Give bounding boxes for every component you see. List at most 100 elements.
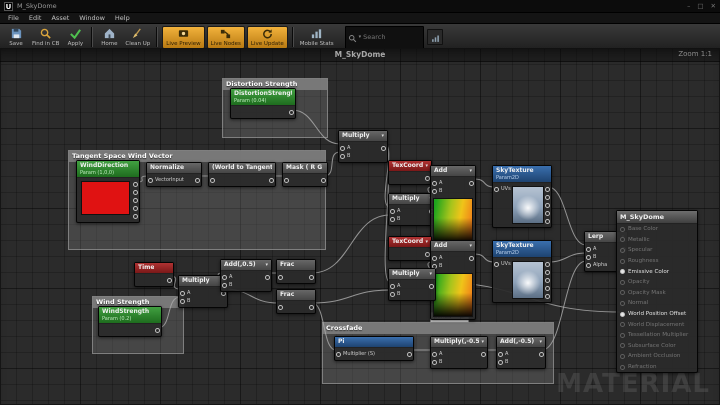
search-input[interactable]: [363, 33, 421, 41]
pin[interactable]: [545, 262, 550, 267]
graph-canvas[interactable]: MATERIAL M_SkyDome Zoom 1:1 Distortion S…: [0, 48, 720, 405]
find-in-cb-button[interactable]: Find in CB: [29, 26, 62, 48]
pin[interactable]: [309, 275, 314, 280]
pin[interactable]: [155, 328, 160, 333]
node-texcoord-1[interactable]: TexCoord▾: [388, 160, 432, 185]
pin[interactable]: [321, 178, 326, 183]
menu-file[interactable]: File: [3, 13, 24, 23]
pin[interactable]: [340, 146, 345, 151]
chevron-down-icon[interactable]: ▾: [469, 168, 472, 174]
pin[interactable]: [481, 352, 486, 357]
pin[interactable]: [620, 280, 625, 285]
pin[interactable]: [498, 352, 503, 357]
chevron-down-icon[interactable]: ▾: [425, 239, 428, 245]
pin[interactable]: [620, 259, 625, 264]
pin[interactable]: [381, 146, 386, 151]
pin[interactable]: [545, 286, 550, 291]
pin[interactable]: [620, 248, 625, 253]
pin[interactable]: [586, 263, 591, 268]
node-frac-1[interactable]: Frac: [276, 259, 316, 284]
pin[interactable]: [498, 360, 503, 365]
pin[interactable]: [432, 256, 437, 261]
pin[interactable]: [620, 269, 625, 274]
node-add-1[interactable]: Add▾AB: [430, 165, 476, 245]
pin[interactable]: [545, 195, 550, 200]
pin[interactable]: [545, 294, 550, 299]
node-wind-strength-param[interactable]: WindStrengthParam (0.2): [98, 306, 162, 337]
pin[interactable]: [222, 283, 227, 288]
pin[interactable]: [620, 312, 625, 317]
maximize-button[interactable]: □: [697, 1, 703, 11]
node-sky-texture-1[interactable]: SkyTextureParam2DUVs: [492, 165, 552, 228]
chevron-down-icon[interactable]: ▾: [481, 339, 484, 345]
pin[interactable]: [545, 211, 550, 216]
pin[interactable]: [340, 154, 345, 159]
pin[interactable]: [620, 322, 625, 327]
node-multiply-5[interactable]: Multiply(,-0.5)▾AB: [430, 336, 488, 369]
pin[interactable]: [586, 247, 591, 252]
pin[interactable]: [545, 278, 550, 283]
pin[interactable]: [545, 203, 550, 208]
pin[interactable]: [210, 178, 215, 183]
chevron-down-icon[interactable]: ▾: [425, 163, 428, 169]
pin[interactable]: [133, 214, 138, 219]
pin[interactable]: [148, 178, 153, 183]
pin[interactable]: [289, 110, 294, 115]
pin[interactable]: [539, 352, 544, 357]
stats-button[interactable]: [427, 29, 443, 45]
menu-asset[interactable]: Asset: [46, 13, 74, 23]
pin[interactable]: [586, 255, 591, 260]
pin[interactable]: [620, 354, 625, 359]
pin[interactable]: [167, 278, 172, 283]
menu-edit[interactable]: Edit: [24, 13, 47, 23]
mobile-stats-button[interactable]: Mobile Stats: [297, 26, 337, 48]
pin[interactable]: [620, 290, 625, 295]
chevron-down-icon[interactable]: ▾: [265, 262, 268, 268]
pin[interactable]: [407, 352, 412, 357]
menu-help[interactable]: Help: [110, 13, 135, 23]
node-wind-direction-param[interactable]: WindDirectionParam (1,0,0): [76, 160, 140, 223]
node-multiply-2[interactable]: Multiply▾AB: [388, 193, 436, 226]
pin[interactable]: [494, 262, 499, 267]
node-distortion-strength-param[interactable]: DistortionStrengthParam (0.04): [230, 88, 296, 119]
pin[interactable]: [545, 187, 550, 192]
pin[interactable]: [469, 181, 474, 186]
pin[interactable]: [180, 299, 185, 304]
pin[interactable]: [222, 275, 227, 280]
node-texcoord-2[interactable]: TexCoord▾: [388, 236, 432, 261]
pin[interactable]: [269, 178, 274, 183]
pin[interactable]: [432, 189, 437, 194]
node-multiply-3[interactable]: Multiply▾AB: [388, 268, 436, 301]
pin[interactable]: [133, 182, 138, 187]
node-add-neg-05[interactable]: Add(,-0.5)▾AB: [496, 336, 546, 369]
live-nodes-toggle[interactable]: Live Nodes: [207, 26, 245, 49]
pin[interactable]: [133, 190, 138, 195]
chevron-down-icon[interactable]: ▾: [359, 34, 362, 40]
pin[interactable]: [265, 275, 270, 280]
pin[interactable]: [278, 275, 283, 280]
chevron-down-icon[interactable]: ▾: [429, 271, 432, 277]
node-add-05[interactable]: Add(,0.5)▾AB: [220, 259, 272, 292]
pin[interactable]: [429, 284, 434, 289]
node-add-2[interactable]: Add▾AB: [430, 240, 476, 320]
pin[interactable]: [309, 305, 314, 310]
chevron-down-icon[interactable]: ▾: [539, 339, 542, 345]
node-time[interactable]: Time: [134, 262, 174, 287]
node-multiply-1[interactable]: Multiply▾AB: [338, 130, 388, 163]
pin[interactable]: [133, 198, 138, 203]
pin[interactable]: [432, 360, 437, 365]
pin[interactable]: [390, 217, 395, 222]
pin[interactable]: [620, 365, 625, 370]
node-pi[interactable]: PiMultiplier (S): [334, 336, 414, 361]
menu-window[interactable]: Window: [74, 13, 110, 23]
pin[interactable]: [390, 292, 395, 297]
pin[interactable]: [620, 333, 625, 338]
node-mask-rg[interactable]: Mask ( R G ): [282, 162, 328, 187]
pin[interactable]: [620, 343, 625, 348]
live-preview-toggle[interactable]: Live Preview: [162, 26, 204, 49]
pin[interactable]: [620, 227, 625, 232]
pin[interactable]: [180, 291, 185, 296]
chevron-down-icon[interactable]: ▾: [381, 133, 384, 139]
pin[interactable]: [620, 301, 625, 306]
save-button[interactable]: Save: [3, 26, 29, 48]
